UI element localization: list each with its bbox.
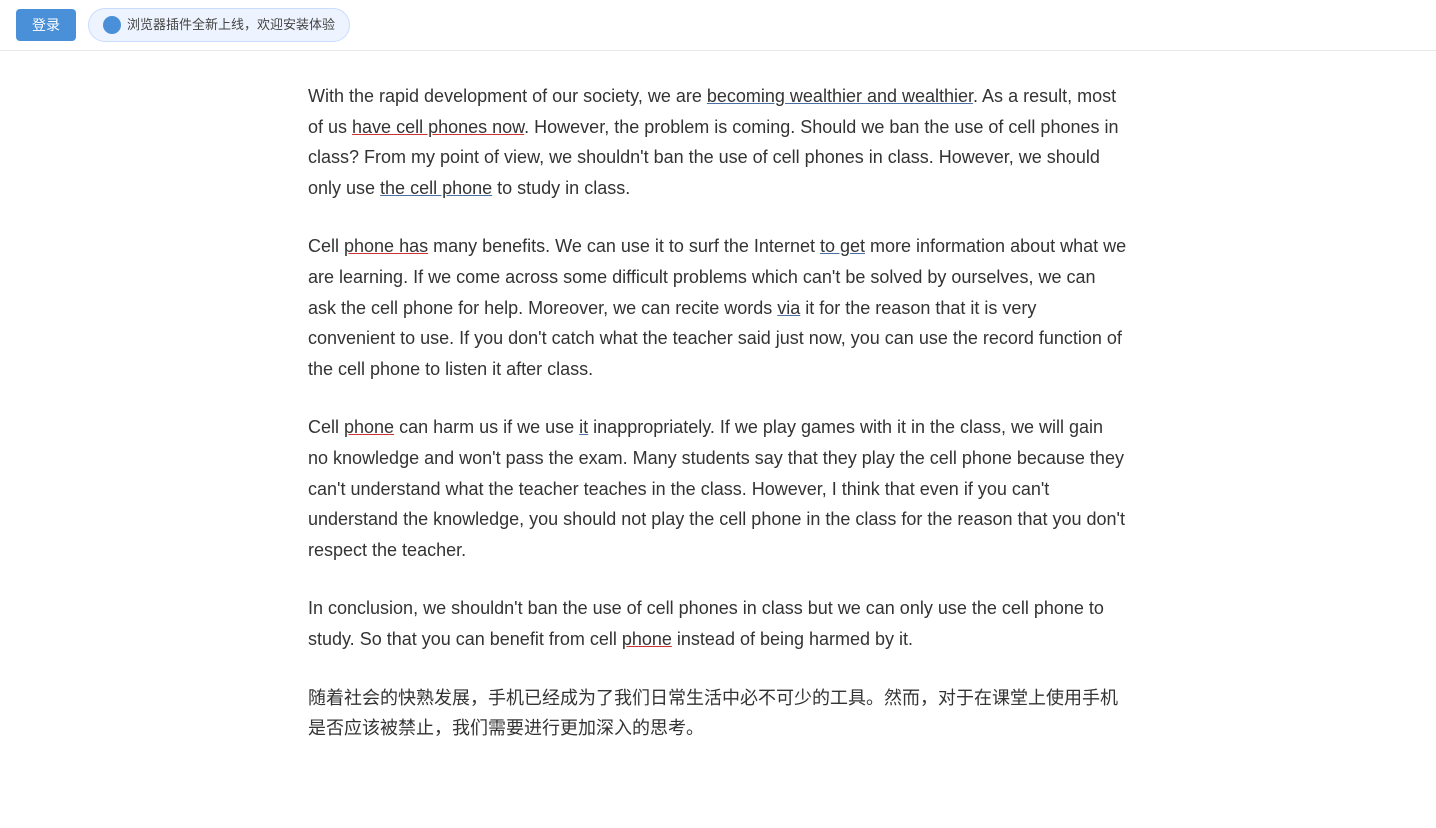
underline-have-cell-phones: have cell phones now	[352, 117, 524, 137]
paragraph-1: With the rapid development of our societ…	[308, 81, 1128, 203]
chinese-text-line1: 随着社会的快熟发展，手机已经成为了我们日常生活中必不可少的工具。然而，对于在课堂…	[308, 688, 1118, 739]
underline-becoming-wealthier: becoming wealthier and wealthier	[707, 86, 973, 106]
underline-phone-benefit: phone	[622, 629, 672, 649]
content-area: With the rapid development of our societ…	[268, 51, 1168, 828]
underline-to-get: to get	[820, 236, 865, 256]
underline-phone-has: phone has	[344, 236, 428, 256]
paragraph-5-chinese: 随着社会的快熟发展，手机已经成为了我们日常生活中必不可少的工具。然而，对于在课堂…	[308, 683, 1128, 744]
underline-it: it	[579, 417, 588, 437]
top-bar: 登录 浏览器插件全新上线，欢迎安装体验	[0, 0, 1436, 51]
underline-phone-harm: phone	[344, 417, 394, 437]
paragraph-4: In conclusion, we shouldn't ban the use …	[308, 593, 1128, 654]
plugin-icon	[103, 16, 121, 34]
underline-the-cell-phone: the cell phone	[380, 178, 492, 198]
paragraph-2: Cell phone has many benefits. We can use…	[308, 231, 1128, 384]
login-button[interactable]: 登录	[16, 9, 76, 41]
underline-via: via	[777, 298, 800, 318]
paragraph-3: Cell phone can harm us if we use it inap…	[308, 412, 1128, 565]
plugin-banner[interactable]: 浏览器插件全新上线，欢迎安装体验	[88, 8, 350, 42]
plugin-text: 浏览器插件全新上线，欢迎安装体验	[127, 14, 335, 36]
